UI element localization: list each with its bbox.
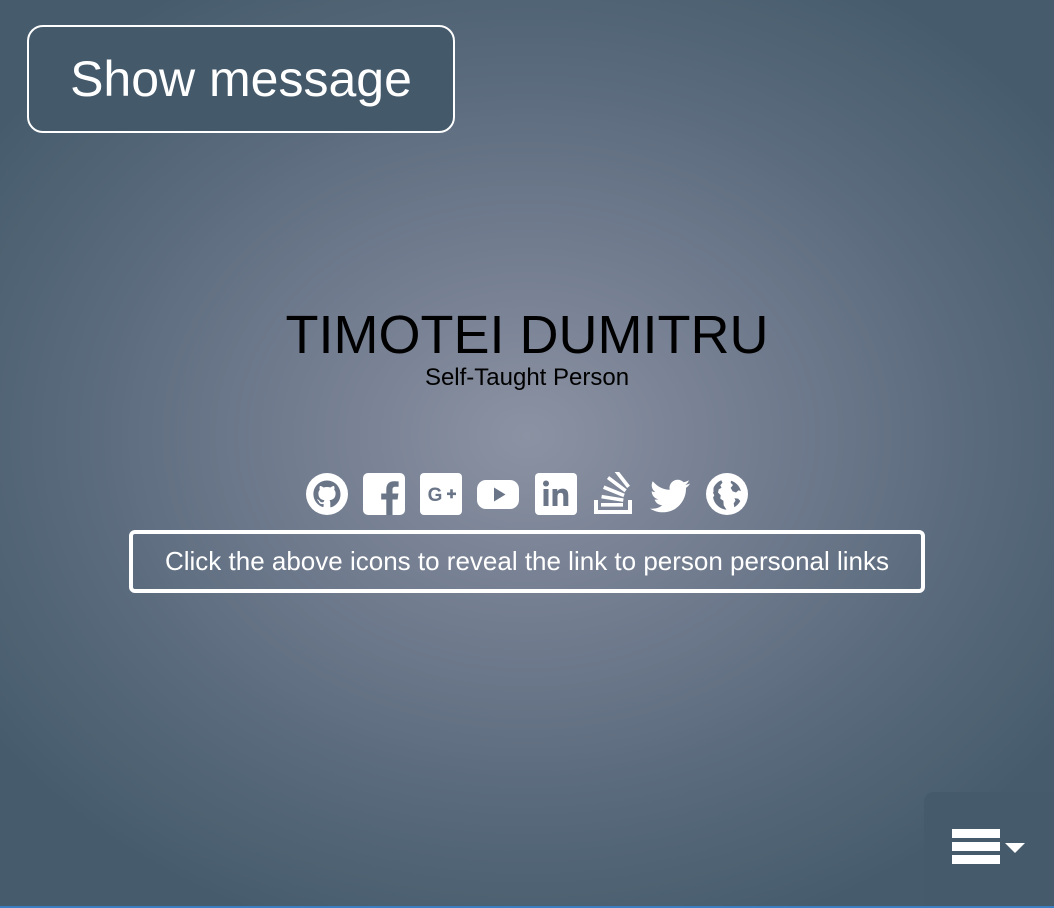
svg-text:G: G (428, 485, 443, 506)
google-plus-icon[interactable]: G (419, 472, 463, 516)
linkedin-icon[interactable] (534, 472, 578, 516)
twitter-icon[interactable] (648, 472, 692, 516)
globe-icon[interactable] (705, 472, 749, 516)
instruction-box: Click the above icons to reveal the link… (129, 530, 925, 593)
menu-button[interactable] (924, 792, 1054, 908)
youtube-icon[interactable] (476, 472, 520, 516)
github-icon[interactable] (305, 472, 349, 516)
facebook-icon[interactable] (362, 472, 406, 516)
profile-name: TIMOTEI DUMITRU (285, 305, 769, 365)
caret-down-icon (1005, 843, 1025, 853)
profile-subtitle: Self-Taught Person (424, 364, 630, 391)
hamburger-menu-icon (952, 829, 1000, 868)
social-icons: G (305, 472, 749, 516)
show-message-button[interactable]: Show message (27, 25, 455, 133)
stackoverflow-icon[interactable] (591, 472, 635, 516)
